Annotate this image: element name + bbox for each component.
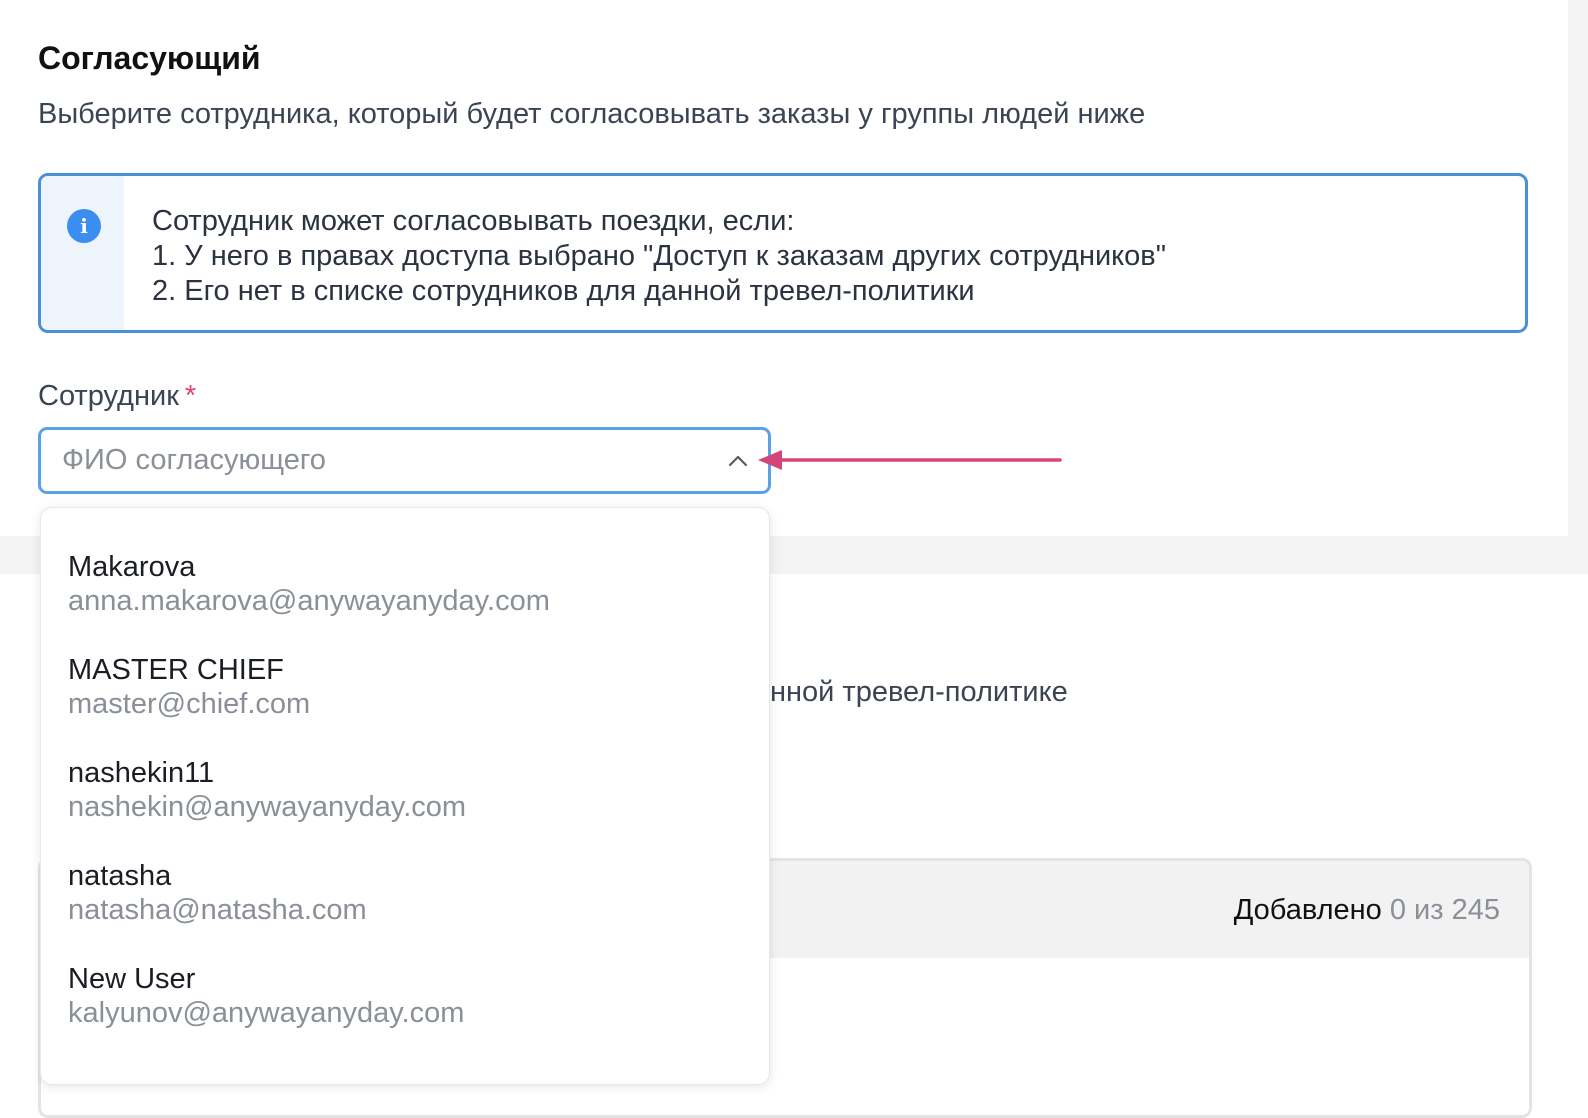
info-notice-text: Сотрудник может согласовывать поездки, е… (152, 204, 1166, 309)
section-title: Согласующий (38, 40, 261, 76)
info-notice: i Сотрудник может согласовывать поездки,… (38, 173, 1528, 333)
info-icon: i (67, 209, 101, 243)
dropdown-option[interactable]: nashekin11 nashekin@anywayanyday.com (68, 756, 466, 824)
option-email: anna.makarova@anywayanyday.com (68, 585, 550, 617)
chevron-up-icon[interactable] (727, 452, 749, 468)
dropdown-option[interactable]: Makarova anna.makarova@anywayanyday.com (68, 550, 550, 618)
added-label: Добавлено (1233, 894, 1382, 926)
option-name: New User (68, 963, 196, 995)
required-mark: * (184, 380, 197, 412)
option-name: MASTER CHIEF (68, 654, 284, 686)
added-count: 0 из 245 (1389, 894, 1500, 926)
option-name: nashekin11 (68, 757, 215, 789)
page-background (1568, 0, 1588, 574)
dropdown-option[interactable]: natasha natasha@natasha.com (68, 859, 367, 927)
info-notice-strip: i (41, 176, 124, 330)
info-line-1: Сотрудник может согласовывать поездки, е… (152, 205, 795, 237)
info-line-2: 1. У него в правах доступа выбрано "Дост… (152, 240, 1166, 272)
employee-label-text: Сотрудник (38, 380, 179, 412)
option-email: master@chief.com (68, 688, 311, 720)
section-description: Выберите сотрудника, который будет согла… (38, 98, 1146, 130)
employee-field-label: Сотрудник * (38, 380, 196, 413)
option-email: natasha@natasha.com (68, 894, 367, 926)
added-counter: Добавлено 0 из 245 (1234, 894, 1500, 927)
approver-dropdown: Makarova anna.makarova@anywayanyday.com … (40, 507, 770, 1085)
option-name: natasha (68, 860, 172, 892)
info-line-3: 2. Его нет в списке сотрудников для данн… (152, 275, 975, 307)
option-email: nashekin@anywayanyday.com (68, 791, 467, 823)
dropdown-option[interactable]: MASTER CHIEF master@chief.com (68, 653, 310, 721)
annotation-arrow-icon (758, 450, 1062, 470)
option-email: kalyunov@anywayanyday.com (68, 997, 465, 1029)
approver-select[interactable] (38, 427, 771, 494)
approver-search-input[interactable] (62, 430, 702, 491)
dropdown-option[interactable]: New User kalyunov@anywayanyday.com (68, 962, 464, 1030)
option-name: Makarova (68, 551, 196, 583)
employees-description: нной тревел-политике (770, 676, 1068, 708)
